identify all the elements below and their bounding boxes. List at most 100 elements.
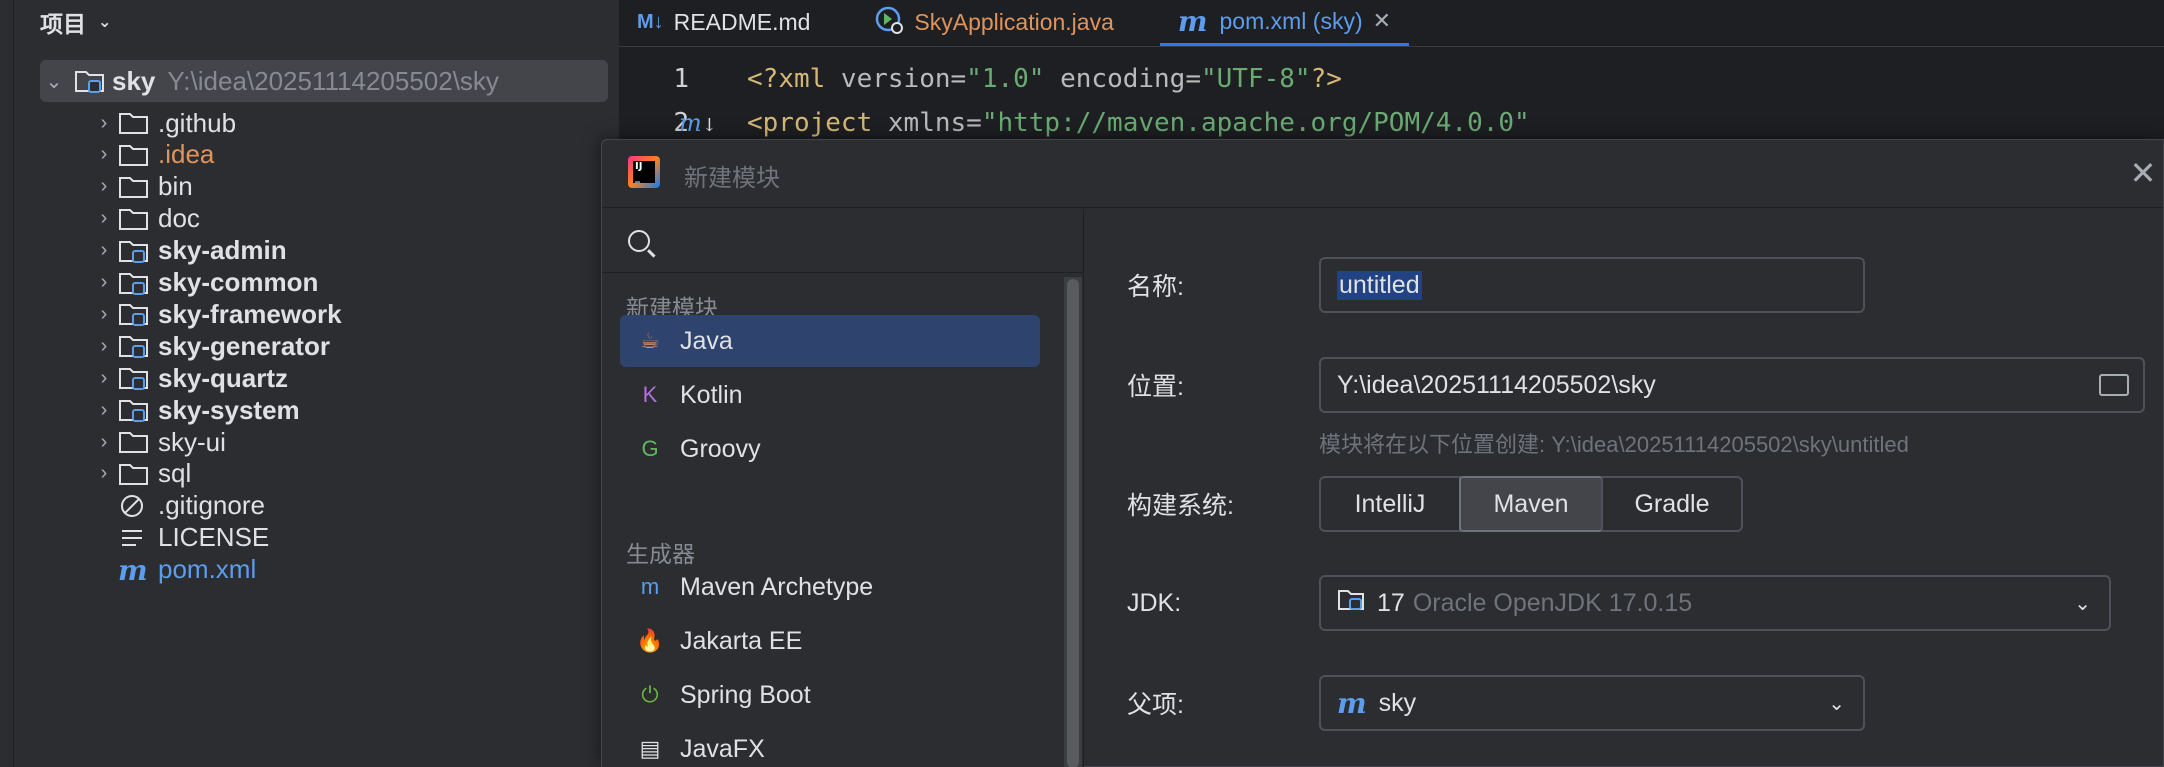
generator-label: Groovy (680, 434, 761, 463)
java-run-icon (874, 5, 904, 41)
module-folder-icon (118, 269, 150, 297)
jdk-version: 17 (1377, 588, 1405, 617)
tool-window-strip (0, 0, 14, 767)
generator-item[interactable]: ▤ JavaFX (620, 723, 1040, 767)
chevron-right-icon[interactable]: › (94, 207, 114, 230)
module-folder-icon (118, 364, 150, 392)
scrollbar[interactable] (1064, 277, 1082, 767)
maven-gutter-icon[interactable]: m↓ (679, 109, 717, 137)
parent-value: sky (1378, 688, 1417, 717)
build-maven-button[interactable]: Maven (1459, 476, 1603, 532)
tab-pom-xml[interactable]: m pom.xml (sky) ✕ (1159, 0, 1410, 46)
tab-label: SkyApplication.java (914, 9, 1114, 35)
tree-root-sky[interactable]: ⌄ sky Y:\idea\20251114205502\sky (40, 60, 608, 102)
generator-label: Jakarta EE (680, 626, 803, 655)
jdk-select[interactable]: 17 Oracle OpenJDK 17.0.15 ⌄ (1319, 575, 2111, 631)
folder-icon (118, 141, 150, 169)
tab-label: pom.xml (sky) (1219, 7, 1363, 34)
generator-label: Maven Archetype (680, 572, 874, 601)
folder-icon (118, 205, 150, 233)
editor-tabs: M↓ README.md SkyApplication.java m pom.x… (619, 0, 2164, 47)
module-folder-icon (118, 396, 150, 424)
chevron-right-icon[interactable]: › (94, 367, 114, 390)
build-gradle-button[interactable]: Gradle (1601, 476, 1743, 532)
code-text: <project xmlns="http://maven.apache.org/… (747, 108, 1530, 138)
chevron-down-icon[interactable]: ⌄ (44, 69, 64, 94)
dialog-title-bar[interactable]: IJ _ 新建模块 ✕ (602, 140, 2163, 208)
markdown-icon: M↓ (637, 11, 664, 33)
parent-label: 父项: (1127, 691, 1184, 719)
chevron-right-icon[interactable]: › (94, 175, 114, 198)
new-module-dialog: IJ _ 新建模块 ✕ 新建模块 生成器 ☕ Java K Kotlin G Groovy m… (601, 139, 2164, 767)
folder-icon (118, 109, 150, 137)
code-text: <?xml version="1.0" encoding="UTF-8"?> (747, 64, 1342, 94)
chevron-right-icon[interactable]: › (94, 462, 114, 485)
tab-readme[interactable]: M↓ README.md (619, 0, 828, 46)
generator-icon: G (641, 436, 659, 461)
chevron-right-icon[interactable]: › (94, 431, 114, 454)
close-icon[interactable]: ✕ (1373, 8, 1391, 34)
name-label: 名称: (1127, 273, 1184, 301)
tree-item[interactable]: m pom.xml (14, 549, 619, 591)
search-field[interactable] (602, 209, 1083, 273)
name-input[interactable]: untitled (1319, 257, 1865, 313)
chevron-down-icon[interactable]: ⌄ (1828, 691, 1845, 716)
chevron-down-icon[interactable]: ⌄ (98, 12, 111, 32)
generator-icon: ☕ (640, 328, 660, 353)
location-value: Y:\idea\20251114205502\sky (1337, 370, 1656, 399)
generator-item[interactable]: m Maven Archetype (620, 561, 1040, 613)
chevron-right-icon[interactable]: › (94, 271, 114, 294)
parent-select[interactable]: m sky ⌄ (1319, 675, 1865, 731)
generator-item[interactable]: ☕ Java (620, 315, 1040, 367)
generator-item[interactable]: 🔥 Jakarta EE (620, 615, 1040, 667)
tab-skyapplication[interactable]: SkyApplication.java (856, 0, 1131, 46)
build-intellij-button[interactable]: IntelliJ (1319, 476, 1461, 532)
chevron-down-icon[interactable]: ⌄ (2074, 591, 2091, 616)
intellij-logo-icon: IJ _ (628, 156, 660, 188)
generator-icon: K (642, 382, 658, 407)
generator-icon: 🔥 (636, 628, 664, 653)
ide-window: 项目 ⌄ ⌄ sky Y:\idea\20251114205502\sky › .g… (0, 0, 2164, 767)
close-icon[interactable]: ✕ (2123, 154, 2163, 192)
module-folder-icon (118, 237, 150, 265)
chevron-right-icon[interactable]: › (94, 399, 114, 422)
build-system-selector: IntelliJ Maven Gradle (1319, 476, 1743, 532)
tree-item-label: pom.xml (158, 554, 257, 585)
dialog-title: 新建模块 (684, 165, 780, 192)
generator-label: Spring Boot (680, 680, 811, 709)
location-label: 位置: (1127, 373, 1184, 401)
project-title: 项目 (40, 11, 86, 37)
generator-item[interactable]: K Kotlin (620, 369, 1040, 421)
module-folder-icon (118, 332, 150, 360)
line-number: 1 (673, 64, 689, 94)
generator-label: JavaFX (680, 734, 765, 763)
module-folder-icon (74, 67, 106, 95)
location-input[interactable]: Y:\idea\20251114205502\sky (1319, 357, 2145, 413)
generator-icon: m (640, 574, 660, 599)
folder-icon (118, 173, 150, 201)
generator-icon: ⏻ (641, 682, 659, 707)
generator-icon: ▤ (639, 736, 661, 761)
jdk-name: Oracle OpenJDK 17.0.15 (1412, 588, 1693, 617)
chevron-right-icon[interactable]: › (94, 112, 114, 135)
folder-icon[interactable] (2099, 374, 2129, 396)
chevron-right-icon[interactable]: › (94, 239, 114, 262)
chevron-right-icon[interactable]: › (94, 303, 114, 326)
module-folder-icon (118, 300, 150, 328)
generator-item[interactable]: ⏻ Spring Boot (620, 669, 1040, 721)
jdk-folder-icon (1337, 587, 1367, 620)
name-value: untitled (1337, 270, 1422, 300)
project-header[interactable]: 项目 ⌄ (14, 0, 619, 44)
code-line: 1 <?xml version="1.0" encoding="UTF-8"?> (619, 57, 2164, 101)
ignore-icon (118, 492, 150, 520)
chevron-right-icon[interactable]: › (94, 143, 114, 166)
search-icon (628, 229, 650, 252)
maven-icon: m (1337, 686, 1367, 720)
root-name: sky (112, 65, 156, 96)
maven-icon: m (1177, 4, 1208, 38)
tab-label: README.md (673, 9, 811, 35)
generator-item[interactable]: G Groovy (620, 423, 1040, 475)
chevron-right-icon[interactable]: › (94, 335, 114, 358)
text-file-icon (118, 524, 150, 552)
scrollbar-thumb[interactable] (1067, 279, 1079, 767)
